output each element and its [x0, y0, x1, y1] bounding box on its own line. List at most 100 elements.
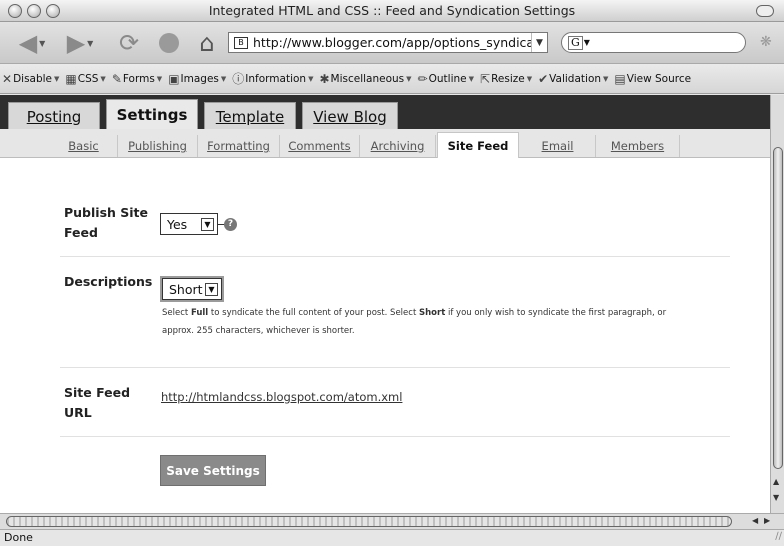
images-icon: ▣: [168, 71, 180, 86]
publish-site-feed-label: Publish Site Feed: [64, 203, 148, 243]
devbar-label: Disable: [13, 72, 53, 85]
devbar-view-source[interactable]: ▤ View Source: [614, 72, 691, 86]
forward-button[interactable]: ▶ ▼: [62, 29, 98, 57]
address-bar[interactable]: B http://www.blogger.com/app/options_syn…: [228, 32, 548, 53]
status-text: Done: [4, 531, 33, 544]
devbar-miscellaneous[interactable]: ✱ Miscellaneous ▼: [319, 72, 411, 86]
hint-text: to syndicate the full content of your po…: [208, 308, 419, 318]
window-title: Integrated HTML and CSS :: Feed and Synd…: [208, 3, 576, 18]
vertical-scrollbar[interactable]: ▲ ▼: [770, 95, 784, 513]
back-arrow-icon: ◀: [18, 29, 38, 57]
scroll-up-arrow-icon[interactable]: ▲: [773, 477, 779, 486]
subtab-formatting[interactable]: Formatting: [198, 135, 280, 157]
miscellaneous-icon: ✱: [319, 71, 330, 86]
tab-label: View Blog: [313, 107, 387, 126]
x-icon: ✕: [2, 71, 13, 86]
subtab-archiving[interactable]: Archiving: [360, 135, 436, 157]
reload-button[interactable]: ⟳: [114, 29, 144, 57]
subtab-members[interactable]: Members: [596, 135, 680, 157]
hint-line-1: Select Full to syndicate the full conten…: [162, 304, 762, 322]
horizontal-scroll-thumb[interactable]: [6, 516, 732, 527]
horizontal-scrollbar[interactable]: ◀ ▶: [0, 513, 784, 529]
stop-button[interactable]: [154, 29, 184, 57]
search-engine-icon[interactable]: G: [568, 35, 583, 50]
label-line: Publish Site: [64, 205, 149, 220]
devbar-label: View Source: [626, 72, 692, 85]
validation-icon: ✔: [538, 71, 549, 86]
devbar-label: Validation: [549, 72, 602, 85]
subtab-label: Comments: [288, 139, 351, 153]
save-settings-button[interactable]: Save Settings: [160, 455, 266, 486]
subtab-label: Members: [610, 139, 665, 153]
tab-label: Settings: [116, 106, 188, 124]
devbar-css[interactable]: ▦ CSS ▼: [65, 72, 105, 86]
subtab-publishing[interactable]: Publishing: [118, 135, 198, 157]
forms-icon: ✎: [111, 71, 122, 86]
main-tab-bar: Posting Settings Template View Blog: [0, 95, 770, 130]
back-button[interactable]: ◀ ▼: [14, 29, 50, 57]
devbar-disable[interactable]: ✕ Disable ▼: [2, 72, 59, 86]
subtab-site-feed[interactable]: Site Feed: [437, 132, 519, 159]
address-input[interactable]: http://www.blogger.com/app/options_syndi…: [253, 35, 531, 50]
address-dropdown-button[interactable]: ▼: [531, 33, 547, 52]
devbar-images[interactable]: ▣ Images ▼: [168, 72, 226, 86]
chevron-down-icon: ▼: [39, 38, 46, 48]
tab-settings[interactable]: Settings: [106, 99, 198, 130]
devbar-label: Forms: [122, 72, 155, 85]
hint-emphasis: Full: [190, 308, 209, 318]
descriptions-select[interactable]: Short ▼: [162, 278, 222, 300]
site-feed-settings-form: Publish Site Feed Yes ▼ ? Descriptions S…: [0, 158, 770, 513]
settings-subtab-bar: Basic Publishing Formatting Comments Arc…: [0, 129, 770, 159]
scroll-left-arrow-icon[interactable]: ◀: [752, 516, 758, 525]
outline-icon: ✏: [417, 71, 428, 86]
chevron-down-icon: ▼: [201, 218, 214, 231]
stop-icon: [159, 33, 179, 53]
scroll-right-arrow-icon[interactable]: ▶: [764, 516, 770, 525]
label-line: Site Feed: [64, 385, 131, 400]
resize-grip-icon[interactable]: ∕∕: [775, 529, 782, 545]
window-titlebar: Integrated HTML and CSS :: Feed and Synd…: [0, 0, 784, 22]
home-icon: ⌂: [199, 29, 215, 57]
hint-emphasis: Short: [419, 308, 446, 318]
select-value: Yes: [167, 216, 188, 232]
hint-line-2: approx. 255 characters, whichever is sho…: [162, 326, 355, 336]
select-value: Short: [169, 281, 203, 297]
divider: [60, 367, 730, 368]
vertical-scroll-thumb[interactable]: [773, 147, 783, 469]
devbar-validation[interactable]: ✔ Validation ▼: [538, 72, 608, 86]
devbar-resize[interactable]: ⇱ Resize ▼: [480, 72, 532, 86]
scroll-down-arrow-icon[interactable]: ▼: [773, 493, 779, 502]
chevron-down-icon: ▼: [87, 38, 94, 48]
devbar-information[interactable]: ⓘ Information ▼: [232, 70, 313, 87]
tab-posting[interactable]: Posting: [8, 102, 100, 130]
divider: [60, 436, 730, 437]
subtab-comments[interactable]: Comments: [280, 135, 360, 157]
divider: [60, 256, 730, 257]
devbar-outline[interactable]: ✏ Outline ▼: [418, 72, 474, 86]
activity-spinner-icon: ❋: [760, 34, 772, 50]
search-input[interactable]: G ▼: [561, 32, 746, 53]
tab-view-blog[interactable]: View Blog: [302, 102, 398, 130]
label-line: Feed: [64, 225, 98, 240]
css-icon: ▦: [65, 71, 77, 86]
devbar-label: Outline: [428, 72, 467, 85]
chevron-down-icon: ▼: [205, 283, 218, 296]
subtab-email[interactable]: Email: [520, 135, 596, 157]
information-icon: ⓘ: [232, 72, 245, 86]
hint-text: if you only wish to syndicate the first …: [445, 308, 667, 318]
status-bar: Done ∕∕: [0, 529, 784, 546]
publish-site-feed-select[interactable]: Yes ▼: [160, 213, 218, 235]
toolbar-toggle-button[interactable]: [756, 5, 774, 17]
site-feed-url-link[interactable]: http://htmlandcss.blogspot.com/atom.xml: [161, 390, 402, 404]
site-feed-url-label: Site Feed URL: [64, 383, 130, 423]
tab-template[interactable]: Template: [204, 102, 296, 130]
subtab-label: Publishing: [128, 139, 187, 153]
devbar-forms[interactable]: ✎ Forms ▼: [112, 72, 162, 86]
home-button[interactable]: ⌂: [192, 29, 222, 57]
subtab-basic[interactable]: Basic: [50, 135, 118, 157]
subtab-label: Basic: [68, 139, 99, 153]
devbar-label: CSS: [77, 72, 99, 85]
subtab-label: Email: [541, 139, 574, 153]
tab-label: Template: [215, 107, 285, 126]
help-icon[interactable]: ?: [224, 218, 237, 231]
